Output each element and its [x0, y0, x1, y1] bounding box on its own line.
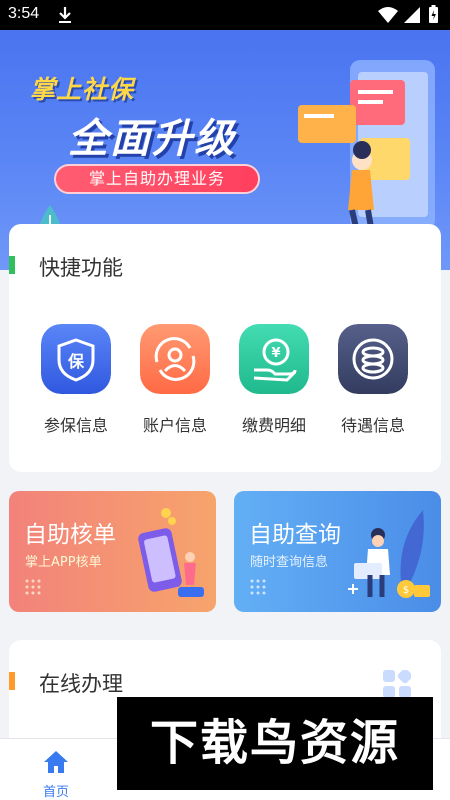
banner-title: 掌上社保 [30, 75, 135, 104]
quick-functions-card: 快捷功能 保 参保信息 账户信息 ¥ 缴费明细 待遇信息 [9, 224, 441, 472]
section-accent-bar [9, 256, 15, 274]
phone-person-icon [138, 508, 204, 597]
wifi-icon [378, 7, 398, 23]
fn-label: 账户信息 [142, 416, 207, 435]
quick-functions-title: 快捷功能 [39, 256, 123, 280]
signal-icon [404, 7, 420, 23]
svg-text:$: $ [403, 585, 409, 596]
shield-bao-icon: 保 [41, 324, 111, 394]
dots-icon [25, 579, 41, 595]
promo-title: 自助查询 [249, 522, 341, 548]
self-query-tile[interactable]: 自助查询 随时查询信息 $ [234, 491, 441, 612]
yen-payment-icon: ¥ [239, 324, 309, 394]
nav-home[interactable]: 首页 [26, 745, 86, 800]
download-icon [59, 7, 71, 23]
self-check-tile[interactable]: 自助核单 掌上APP核单 [9, 491, 216, 612]
banner-headline: 全面升级 [68, 116, 236, 162]
svg-text:保: 保 [67, 352, 85, 371]
fn-benefit-info[interactable]: 待遇信息 [328, 324, 418, 444]
promo-subtitle: 随时查询信息 [250, 555, 329, 570]
home-icon [44, 751, 68, 773]
account-refresh-icon [140, 324, 210, 394]
svg-text:¥: ¥ [271, 346, 280, 361]
fn-payment-details[interactable]: ¥ 缴费明细 [229, 324, 319, 444]
watermark: 下载鸟资源 [117, 697, 433, 790]
grid-apps-icon[interactable] [383, 670, 411, 698]
fn-insurance-info[interactable]: 保 参保信息 [31, 324, 121, 444]
promo-subtitle: 掌上APP核单 [25, 555, 102, 570]
fn-label: 参保信息 [43, 416, 108, 435]
coin-stack-icon [338, 324, 408, 394]
laptop-person-icon: $ [348, 510, 430, 598]
promo-title: 自助核单 [24, 522, 116, 548]
banner-illustration-icon [298, 60, 435, 246]
status-bar: 3:54 [0, 0, 450, 30]
nav-home-label: 首页 [42, 785, 69, 800]
fn-label: 待遇信息 [340, 416, 405, 435]
fn-account-info[interactable]: 账户信息 [130, 324, 220, 444]
status-icons [378, 5, 438, 23]
online-services-title: 在线办理 [39, 672, 123, 696]
section-accent-bar [9, 672, 15, 690]
banner-pill: 掌上自助办理业务 [54, 164, 260, 194]
fn-label: 缴费明细 [241, 416, 306, 435]
dots-icon [250, 579, 266, 595]
status-time: 3:54 [8, 5, 40, 22]
